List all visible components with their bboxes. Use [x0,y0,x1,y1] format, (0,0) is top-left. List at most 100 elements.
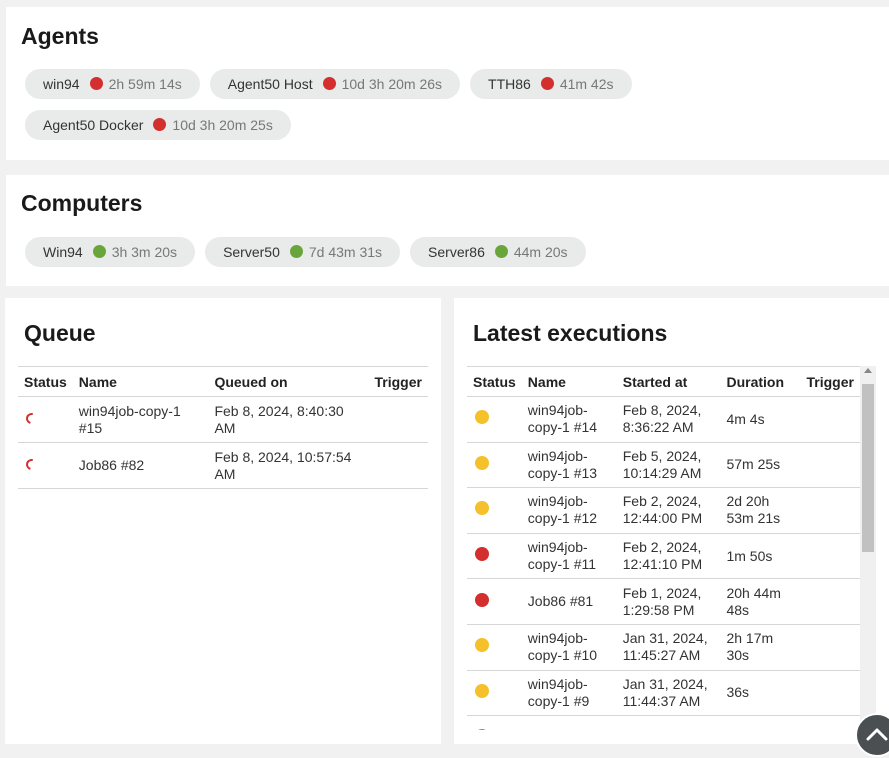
table-row[interactable]: win94job-copy-1 #12 Feb 2, 2024, 12:44:00… [467,487,860,534]
table-row[interactable]: win94job-copy-1 #9 Jan 31, 2024, 11:44:37… [467,670,860,717]
status-failed-icon [475,592,489,607]
name-cell: win94job-copy-1 #11 [521,533,617,580]
table-row[interactable]: win94job-copy-1 #13 Feb 5, 2024, 10:14:29… [467,442,860,489]
column-header-status[interactable]: Status [18,366,73,397]
column-header-trigger[interactable]: Trigger [800,366,860,397]
name-cell: win94job-copy-1 #14 [521,396,617,443]
executions-table: Status Name Started at Duration Trigger … [467,366,860,730]
column-header-started-at[interactable]: Started at [616,366,721,397]
status-dot-icon [494,244,508,258]
table-row[interactable]: win94job-Jan 31, 2024 [467,715,860,730]
name-cell: Job86 #81 [521,578,617,625]
column-header-queued-on[interactable]: Queued on [208,366,369,397]
duration-cell: 2d 20h 53m 21s [720,487,801,534]
started-at-cell: Feb 2, 2024, 12:44:00 PM [616,487,721,534]
name-cell: win94job-copy-1 #9 [521,670,617,717]
status-cell [467,578,522,625]
agents-row-2: Agent50 Docker 10d 3h 20m 25s [25,110,291,140]
computer-name: Win94 [43,244,83,260]
computers-card: Computers Win94 3h 3m 20s Server50 7d 43… [6,175,889,286]
agent-name: TTH86 [488,76,531,92]
scroll-to-top-button[interactable] [855,713,889,757]
queue-table: Status Name Queued on Trigger win94job-c… [18,366,428,489]
agent-name: Agent50 Host [227,76,313,92]
status-cell [18,442,73,489]
queued-on-cell: Feb 8, 2024, 8:40:30 AM [208,396,369,443]
name-cell: win94job-copy-1 #15 [72,396,209,443]
column-header-trigger[interactable]: Trigger [368,366,428,397]
table-row[interactable]: win94job-copy-1 #10 Jan 31, 2024, 11:45:2… [467,624,860,671]
agent-chip[interactable]: Agent50 Docker 10d 3h 20m 25s [25,110,291,140]
executions-scrollbar[interactable] [860,366,876,730]
agent-chip[interactable]: Agent50 Host 10d 3h 20m 26s [209,69,461,99]
executions-title: Latest executions [473,320,668,346]
computers-row: Win94 3h 3m 20s Server50 7d 43m 31s Serv… [25,237,586,267]
name-cell: win94job-copy-1 #13 [521,442,617,489]
trigger-cell [800,715,860,730]
table-row[interactable]: win94job-copy-1 #15 Feb 8, 2024, 8:40:30… [18,396,428,443]
scrollbar-thumb[interactable] [862,384,874,552]
status-cell [467,487,522,534]
status-cell [467,396,522,443]
column-header-duration[interactable]: Duration [720,366,801,397]
agents-title: Agents [21,23,99,49]
column-header-name[interactable]: Name [72,366,209,397]
trigger-cell [800,624,860,671]
status-dot-icon [89,76,103,90]
scroll-up-arrow-icon[interactable] [864,368,872,373]
agent-name: win94 [43,76,80,92]
started-at-cell: Jan 31, 2024, 11:44:37 AM [616,670,721,717]
started-at-cell: Feb 2, 2024, 12:41:10 PM [616,533,721,580]
started-at-cell: Jan 31, 2024, 11:45:27 AM [616,624,721,671]
name-cell: Job86 #82 [72,442,209,489]
status-dot-icon [540,76,554,90]
agent-duration: 41m 42s [559,76,614,92]
status-warning-icon [475,638,489,653]
trigger-cell [368,396,428,443]
queue-header-row: Status Name Queued on Trigger [18,366,428,397]
executions-scroll-area[interactable]: Status Name Started at Duration Trigger … [467,366,860,730]
status-cell [467,442,522,489]
status-warning-icon [475,683,489,698]
agent-name: Agent50 Docker [43,117,144,133]
name-cell: win94job-copy-1 #10 [521,624,617,671]
status-cell [467,624,522,671]
table-row[interactable]: win94job-copy-1 #14 Feb 8, 2024, 8:36:22 … [467,396,860,443]
computer-name: Server86 [428,244,485,260]
duration-cell: 57m 25s [720,442,801,489]
executions-header-row: Status Name Started at Duration Trigger [467,366,860,397]
status-warning-icon [475,410,489,425]
name-cell: win94job- [521,715,617,730]
duration-cell [720,715,801,730]
status-dot-icon [289,244,303,258]
started-at-cell: Jan 31, 2024 [616,715,721,730]
status-dot-icon [322,76,336,90]
column-header-status[interactable]: Status [467,366,522,397]
agent-chip[interactable]: TTH86 41m 42s [470,69,632,99]
computer-chip[interactable]: Server50 7d 43m 31s [205,237,401,267]
computer-duration: 44m 20s [513,244,568,260]
duration-cell: 20h 44m 48s [720,578,801,625]
trigger-cell [800,670,860,717]
started-at-cell: Feb 5, 2024, 10:14:29 AM [616,442,721,489]
agent-duration: 10d 3h 20m 26s [341,76,443,92]
trigger-cell [800,578,860,625]
duration-cell: 4m 4s [720,396,801,443]
status-cell [18,396,73,443]
column-header-name[interactable]: Name [521,366,617,397]
duration-cell: 2h 17m 30s [720,624,801,671]
computer-chip[interactable]: Win94 3h 3m 20s [25,237,196,267]
agent-chip[interactable]: win94 2h 59m 14s [25,69,200,99]
status-dot-icon [92,244,106,258]
computers-title: Computers [21,190,143,216]
table-row[interactable]: Job86 #82 Feb 8, 2024, 10:57:54 AM [18,442,428,489]
table-row[interactable]: win94job-copy-1 #11 Feb 2, 2024, 12:41:10… [467,533,860,580]
status-cell [467,533,522,580]
computer-chip[interactable]: Server86 44m 20s [410,237,586,267]
status-warning-icon [475,501,489,516]
queued-on-cell: Feb 8, 2024, 10:57:54 AM [208,442,369,489]
started-at-cell: Feb 8, 2024, 8:36:22 AM [616,396,721,443]
table-row[interactable]: Job86 #81 Feb 1, 2024, 1:29:58 PM 20h 44m … [467,578,860,625]
duration-cell: 36s [720,670,801,717]
trigger-cell [800,533,860,580]
